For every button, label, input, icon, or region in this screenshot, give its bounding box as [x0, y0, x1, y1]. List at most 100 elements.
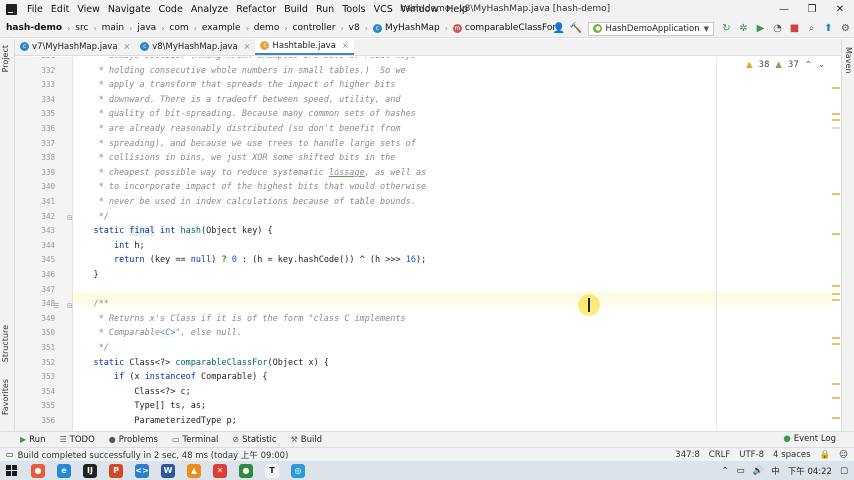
terminal-tool-button[interactable]: ▭ Terminal [172, 435, 218, 445]
stripe-marker[interactable] [832, 383, 840, 385]
line-number[interactable]: 352 [15, 356, 55, 371]
close-tab-icon[interactable]: × [244, 42, 251, 51]
stripe-marker[interactable] [832, 233, 840, 235]
line-number[interactable]: 340 [15, 180, 55, 195]
code-line[interactable]: * holding consecutive whole numbers in s… [73, 64, 833, 79]
xmind-icon[interactable]: ✕ [213, 463, 227, 478]
fold-icon[interactable]: ⊟ [67, 214, 73, 222]
code-line[interactable]: * never be used in index calculations be… [73, 195, 833, 210]
breadcrumb-v8[interactable]: v8 [349, 23, 360, 33]
menu-navigate[interactable]: Navigate [104, 4, 155, 15]
code-line[interactable]: return (key == null) ? 0 : (h = key.hash… [73, 253, 833, 268]
file-encoding[interactable]: UTF-8 [739, 450, 764, 460]
favorites-tool-button[interactable]: Favorites [1, 379, 10, 415]
menu-analyze[interactable]: Analyze [187, 4, 232, 15]
menu-build[interactable]: Build [280, 4, 312, 15]
code-line[interactable]: * always collide. (Among known examples … [73, 57, 833, 64]
stripe-marker[interactable] [832, 293, 840, 295]
code-line[interactable] [73, 283, 833, 298]
breadcrumb-main[interactable]: main [102, 23, 125, 33]
inspector-icon[interactable]: ☺ [839, 450, 848, 460]
tab-hashtable[interactable]: c Hashtable.java × [255, 38, 354, 55]
code-line[interactable]: } [73, 268, 833, 283]
code-line[interactable]: * Comparable<C>", else null. [73, 326, 833, 341]
line-number[interactable]: 337 [15, 137, 55, 152]
line-number[interactable]: 346 [15, 268, 55, 283]
vlc-icon[interactable]: ▲ [187, 463, 201, 478]
project-tool-button[interactable]: Project [1, 45, 10, 72]
code-line[interactable]: /** [73, 297, 833, 312]
stripe-marker[interactable] [832, 193, 840, 195]
close-icon[interactable]: ✕ [826, 0, 854, 19]
code-line[interactable]: * quality of bit-spreading. Because many… [73, 107, 833, 122]
code-line[interactable]: * to incorporate impact of the highest b… [73, 180, 833, 195]
error-stripe[interactable] [832, 57, 840, 431]
line-number[interactable]: 347 [15, 283, 55, 298]
network-icon[interactable]: ▭ [737, 466, 745, 476]
menu-run[interactable]: Run [312, 4, 338, 15]
line-separator[interactable]: CRLF [709, 450, 730, 460]
code-line[interactable]: static final int hash(Object key) { [73, 224, 833, 239]
caret-position[interactable]: 347:8 [675, 450, 700, 460]
screen-recorder-icon[interactable]: ◎ [291, 463, 305, 478]
event-log-button[interactable]: ● Event Log [783, 434, 836, 444]
stripe-marker[interactable] [832, 397, 840, 399]
code-line[interactable]: */ [73, 210, 833, 225]
menu-view[interactable]: View [73, 4, 104, 15]
menu-file[interactable]: File [23, 4, 47, 15]
fold-icon[interactable]: ⊟ [67, 302, 73, 310]
inspection-widget[interactable]: ▲ 38 ▲ 37 ⌃ ⌄ [746, 60, 825, 70]
profile-icon[interactable]: ◔ [769, 20, 786, 37]
code-editor[interactable]: 3313323333343353363373383393403413423433… [15, 57, 841, 431]
settings-icon[interactable]: ⚙ [837, 20, 854, 37]
user-icon[interactable]: 👤 [550, 20, 567, 37]
stripe-marker[interactable] [832, 113, 840, 115]
code-line[interactable]: * collisions in bins, we just XOR some s… [73, 151, 833, 166]
line-number[interactable]: 333 [15, 78, 55, 93]
indent-setting[interactable]: 4 spaces [773, 450, 810, 460]
windows-start-icon[interactable] [6, 465, 17, 476]
todo-tool-button[interactable]: ☰ TODO [59, 435, 94, 445]
line-number[interactable]: 355 [15, 399, 55, 414]
breadcrumb-method[interactable]: m comparableClassFor [452, 23, 556, 33]
chevron-up-icon[interactable]: ⌃ [805, 60, 812, 70]
code-line[interactable]: * Returns x's Class if it is of the form… [73, 312, 833, 327]
code-line[interactable]: */ [73, 341, 833, 356]
chevron-down-icon[interactable]: ⌄ [818, 60, 825, 70]
lock-icon[interactable]: 🔒 [820, 450, 831, 460]
line-number[interactable]: 353 [15, 370, 55, 385]
line-number[interactable]: 348 [15, 297, 55, 312]
breadcrumb-java[interactable]: java [137, 23, 156, 33]
word-icon[interactable]: W [161, 463, 175, 478]
code-line[interactable]: * spreading), and because we use trees t… [73, 137, 833, 152]
breadcrumb-demo[interactable]: demo [254, 23, 280, 33]
notification-icon[interactable]: ▢ [840, 466, 848, 476]
restore-icon[interactable]: ❐ [798, 0, 826, 19]
debug-icon[interactable]: ✲ [735, 20, 752, 37]
build-tool-button[interactable]: ⚒ Build [291, 435, 323, 445]
breadcrumb-class[interactable]: c MyHashMap [372, 23, 440, 33]
line-number[interactable]: 341 [15, 195, 55, 210]
stripe-marker[interactable] [832, 285, 840, 287]
stripe-marker[interactable] [832, 119, 840, 121]
browser-icon[interactable]: ● [31, 463, 45, 478]
code-line[interactable]: int h; [73, 239, 833, 254]
stop-icon[interactable]: ■ [786, 20, 803, 37]
coverage-icon[interactable]: ▶ [752, 20, 769, 37]
breadcrumb-project[interactable]: hash-demo [6, 23, 62, 33]
line-number[interactable]: 335 [15, 107, 55, 122]
code-area[interactable]: * always collide. (Among known examples … [73, 57, 833, 431]
statistic-tool-button[interactable]: ⊘ Statistic [232, 435, 276, 445]
run-configuration-select[interactable]: ● HashDemoApplication ▼ [588, 21, 714, 36]
line-number[interactable]: 350 [15, 326, 55, 341]
breadcrumb-src[interactable]: src [75, 23, 88, 33]
powerpoint-icon[interactable]: P [109, 463, 123, 478]
status-message[interactable]: Build completed successfully in 2 sec, 4… [18, 449, 289, 461]
stripe-marker[interactable] [832, 343, 840, 345]
menu-vcs[interactable]: VCS [370, 4, 397, 15]
line-number[interactable]: 336 [15, 122, 55, 137]
close-tab-icon[interactable]: × [342, 41, 349, 50]
line-number[interactable]: 343 [15, 224, 55, 239]
doc-render-icon[interactable]: ☰ [53, 302, 59, 310]
close-tab-icon[interactable]: × [124, 42, 131, 51]
